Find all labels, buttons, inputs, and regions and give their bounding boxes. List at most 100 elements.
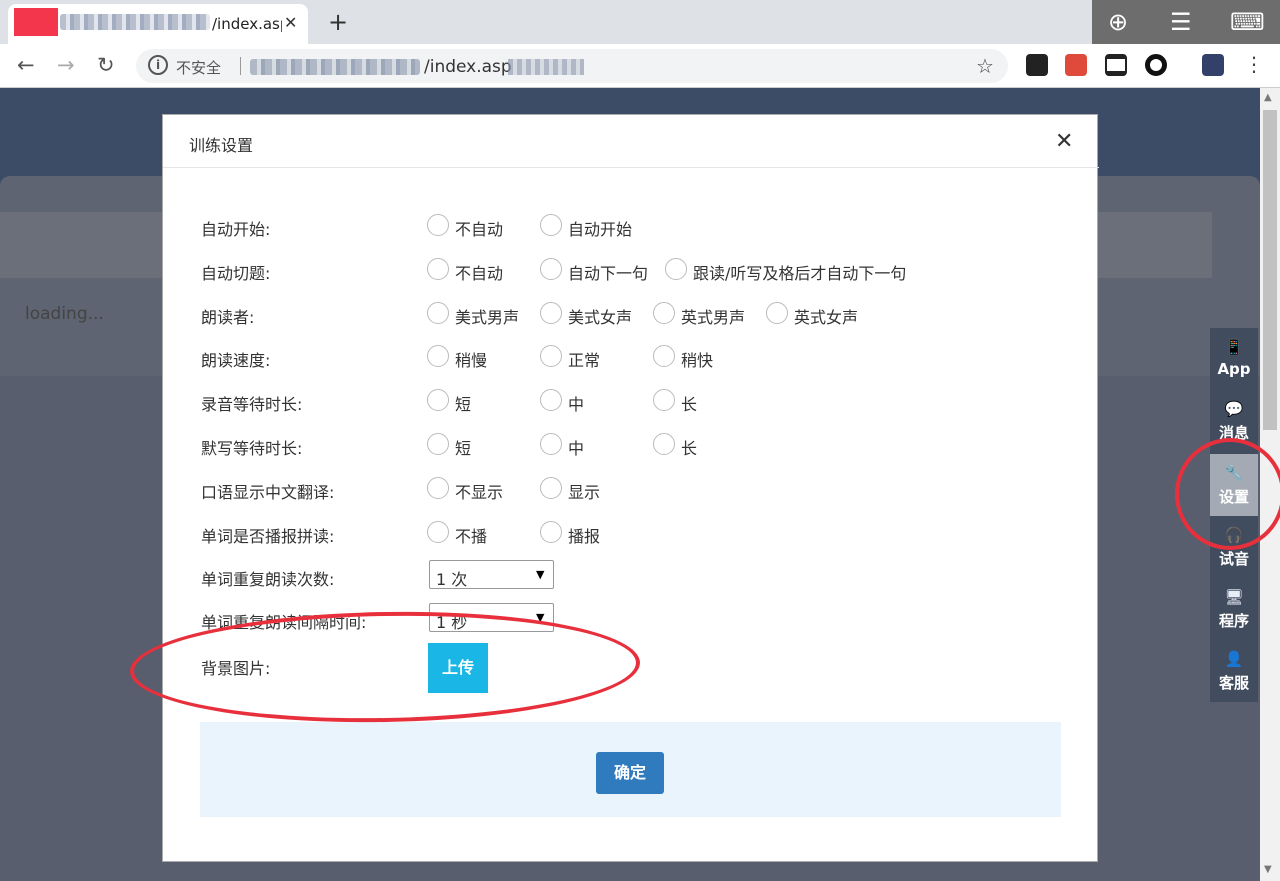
setting-label: 朗读者: [201,308,255,327]
forward-button[interactable]: → [57,53,75,77]
redacted-url [250,59,420,75]
loading-text: loading... [25,304,104,324]
setting-label: 默写等待时长: [201,439,303,458]
info-icon[interactable]: i [148,55,168,75]
circle-icon[interactable] [1145,54,1167,76]
radio-button[interactable] [427,258,449,280]
new-tab-button[interactable]: + [328,8,348,36]
setting-row-repeat-count: 单词重复朗读次数: 1 次 ▼ [201,560,1081,590]
monitor-icon: 🖥 [1224,588,1244,606]
option-label: 稍慢 [455,351,488,370]
option-label: 正常 [568,351,601,370]
radio-button[interactable] [540,389,562,411]
mask-icon[interactable] [1105,54,1127,76]
repeat-count-select[interactable]: 1 次 ▼ [429,560,554,589]
setting-row-auto-next: 自动切题: 不自动 自动下一句 跟读/听写及格后才自动下一句 [201,254,1081,284]
annotation-circle-settings [1175,438,1280,550]
option-label: 播报 [568,527,601,546]
security-label: 不安全 [176,59,222,77]
scroll-down-icon[interactable]: ▼ [1264,864,1272,875]
hamburger-icon[interactable]: ☰ [1170,8,1192,36]
option-label: 中 [568,439,585,458]
radio-button[interactable] [540,214,562,236]
browser-menu-icon[interactable]: ⋮ [1244,52,1264,76]
option-label: 自动开始 [568,220,633,239]
sidebar-item-app[interactable]: 📱 App [1210,328,1258,390]
setting-row-spell-broadcast: 单词是否播报拼读: 不播 播报 [201,517,1081,547]
close-icon[interactable]: ✕ [1055,129,1073,154]
phone-icon: 📱 [1224,338,1244,356]
option-label: 跟读/听写及格后才自动下一句 [693,264,907,283]
radio-button[interactable] [653,433,675,455]
redacted-title [60,14,210,30]
option-label: 英式男声 [681,308,746,327]
radio-button[interactable] [427,521,449,543]
radio-button[interactable] [427,477,449,499]
person-icon: 👤 [1224,650,1244,668]
option-label: 美式男声 [455,308,520,327]
option-label: 显示 [568,483,601,502]
pixel-avatar-icon[interactable] [1202,54,1224,76]
scroll-up-icon[interactable]: ▲ [1264,92,1272,103]
setting-row-auto-start: 自动开始: 不自动 自动开始 [201,210,1081,240]
training-settings-dialog: 训练设置 ✕ 自动开始: 不自动 自动开始 自动切题: 不自动 自动下一句 跟读… [162,114,1099,862]
option-label: 不显示 [455,483,504,502]
browser-toolbar: ← → ↻ i 不安全 /index.asp ☆ ⋮ [0,44,1280,88]
option-label: 短 [455,395,472,414]
dialog-header: 训练设置 ✕ [163,115,1099,168]
back-button[interactable]: ← [17,53,35,77]
redacted-url [508,59,584,75]
zoom-in-icon[interactable]: ⊕ [1108,8,1128,36]
favicon-icon [14,8,58,36]
radio-button[interactable] [427,433,449,455]
setting-label: 自动开始: [201,220,271,239]
setting-row-reader: 朗读者: 美式男声 美式女声 英式男声 英式女声 [201,298,1081,328]
todoist-icon[interactable] [1065,54,1087,76]
radio-button[interactable] [665,258,687,280]
option-label: 不播 [455,527,488,546]
tab-close-icon[interactable]: ✕ [284,13,297,32]
radio-button[interactable] [540,521,562,543]
reload-button[interactable]: ↻ [97,53,115,77]
radio-button[interactable] [540,477,562,499]
radio-button[interactable] [540,345,562,367]
address-bar[interactable]: i 不安全 /index.asp ☆ [136,49,1008,83]
setting-label: 口语显示中文翻译: [201,483,335,502]
confirm-button[interactable]: 确定 [596,752,664,794]
radio-button[interactable] [653,345,675,367]
setting-row-show-translation: 口语显示中文翻译: 不显示 显示 [201,473,1081,503]
radio-button[interactable] [540,258,562,280]
sidebar-item-label: 客服 [1218,674,1249,692]
chevron-down-icon: ▼ [536,568,545,581]
sidebar-item-program[interactable]: 🖥 程序 [1210,578,1258,640]
radio-button[interactable] [540,302,562,324]
sidebar-item-label: 试音 [1218,550,1249,568]
option-label: 不自动 [455,220,504,239]
setting-label: 录音等待时长: [201,395,303,414]
browser-tab[interactable]: /index.asp ✕ [8,4,308,44]
bookmark-star-icon[interactable]: ☆ [976,54,994,78]
radio-button[interactable] [540,433,562,455]
dialog-footer: 确定 [200,722,1061,817]
option-label: 长 [681,395,698,414]
setting-row-reading-speed: 朗读速度: 稍慢 正常 稍快 [201,341,1081,371]
option-label: 短 [455,439,472,458]
radio-button[interactable] [653,389,675,411]
tab-strip: /index.asp ✕ + ⊕ ☰ ⌨ [0,0,1280,54]
radio-button[interactable] [427,345,449,367]
radio-button[interactable] [427,214,449,236]
sidebar-item-support[interactable]: 👤 客服 [1210,640,1258,702]
select-value: 1 次 [436,570,468,589]
radio-button[interactable] [427,389,449,411]
sidebar-item-label: 程序 [1218,612,1249,630]
setting-label: 单词重复朗读次数: [201,570,335,589]
ghost-icon[interactable] [1026,54,1048,76]
radio-button[interactable] [427,302,449,324]
setting-label: 朗读速度: [201,351,271,370]
radio-button[interactable] [766,302,788,324]
tab-title: /index.asp [212,15,282,33]
radio-button[interactable] [653,302,675,324]
setting-label: 单词是否播报拼读: [201,527,335,546]
keyboard-icon[interactable]: ⌨ [1230,8,1265,36]
scrollbar-thumb[interactable] [1263,110,1277,430]
